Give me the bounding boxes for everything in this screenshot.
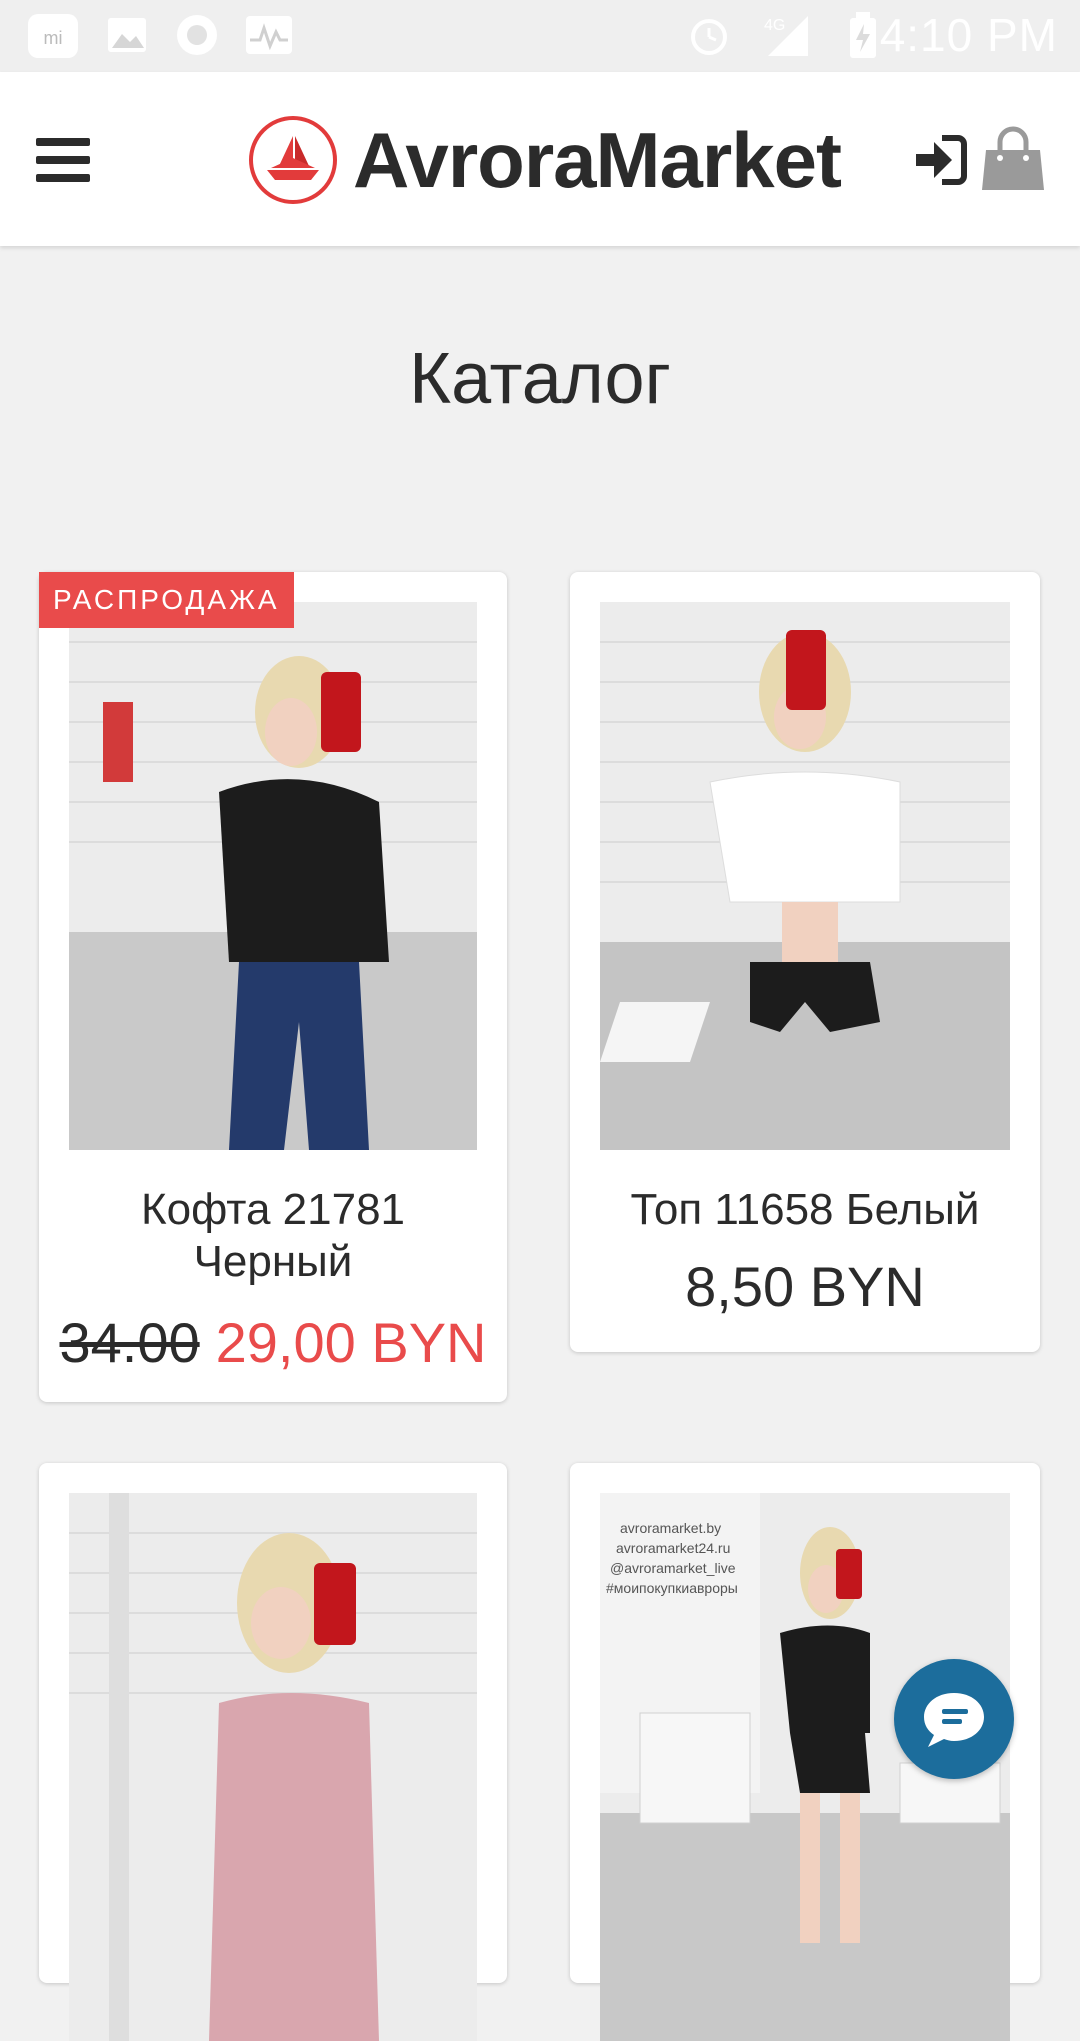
- signal-icon: 4G: [748, 12, 810, 60]
- svg-text:@avroramarket_live: @avroramarket_live: [610, 1560, 736, 1576]
- price: 8,50 BYN: [685, 1255, 925, 1318]
- product-price: 8,50 BYN: [570, 1254, 1040, 1319]
- sale-price: 29,00 BYN: [215, 1311, 487, 1374]
- sale-badge: РАСПРОДАЖА: [39, 572, 294, 628]
- mi-icon: mi: [26, 12, 80, 60]
- hamburger-icon[interactable]: [36, 138, 90, 186]
- product-image[interactable]: [69, 602, 477, 1150]
- circle-icon: [174, 12, 220, 58]
- boat-logo-icon: [249, 116, 337, 204]
- shopping-bag-icon[interactable]: [980, 124, 1046, 194]
- brand-logo[interactable]: AvroraMarket: [247, 114, 842, 206]
- activity-icon: [244, 12, 294, 58]
- product-name-line: Черный: [193, 1237, 353, 1286]
- status-time: 4:10 PM: [879, 9, 1058, 61]
- svg-text:mi: mi: [44, 28, 63, 48]
- svg-text:avroramarket.by: avroramarket.by: [620, 1520, 721, 1536]
- page-title: Каталог: [409, 339, 671, 419]
- status-bar: mi 4G 4:10 PM: [0, 0, 1080, 72]
- old-price: 34.00: [59, 1311, 200, 1374]
- product-card[interactable]: Топ 11658 Белый 8,50 BYN: [570, 572, 1040, 1352]
- product-name[interactable]: Топ 11658 Белый: [570, 1184, 1040, 1236]
- product-price: 34.00 29,00 BYN: [39, 1310, 507, 1375]
- image-icon: [104, 12, 150, 58]
- product-card[interactable]: [39, 1463, 507, 2041]
- alarm-icon: [686, 12, 732, 58]
- product-name[interactable]: Кофта 21781 Черный: [39, 1184, 507, 1288]
- network-label: 4G: [764, 17, 785, 34]
- svg-text:#моипокупкиавроры: #моипокупкиавроры: [606, 1580, 738, 1596]
- app-header: AvroraMarket: [0, 72, 1080, 246]
- product-image[interactable]: [600, 602, 1010, 1150]
- product-image[interactable]: [69, 1493, 477, 2041]
- brand-name: AvroraMarket: [353, 115, 842, 204]
- product-name-line: Кофта 21781: [140, 1185, 406, 1234]
- chat-button[interactable]: [894, 1659, 1014, 1779]
- chat-bubble-icon: [924, 1693, 984, 1747]
- sign-in-icon[interactable]: [912, 132, 968, 188]
- battery-icon: [848, 12, 878, 60]
- svg-text:avroramarket24.ru: avroramarket24.ru: [616, 1540, 730, 1556]
- product-card[interactable]: РАСПРОДАЖА Кофта 21781 Черный 34.00 29,00…: [39, 572, 507, 1402]
